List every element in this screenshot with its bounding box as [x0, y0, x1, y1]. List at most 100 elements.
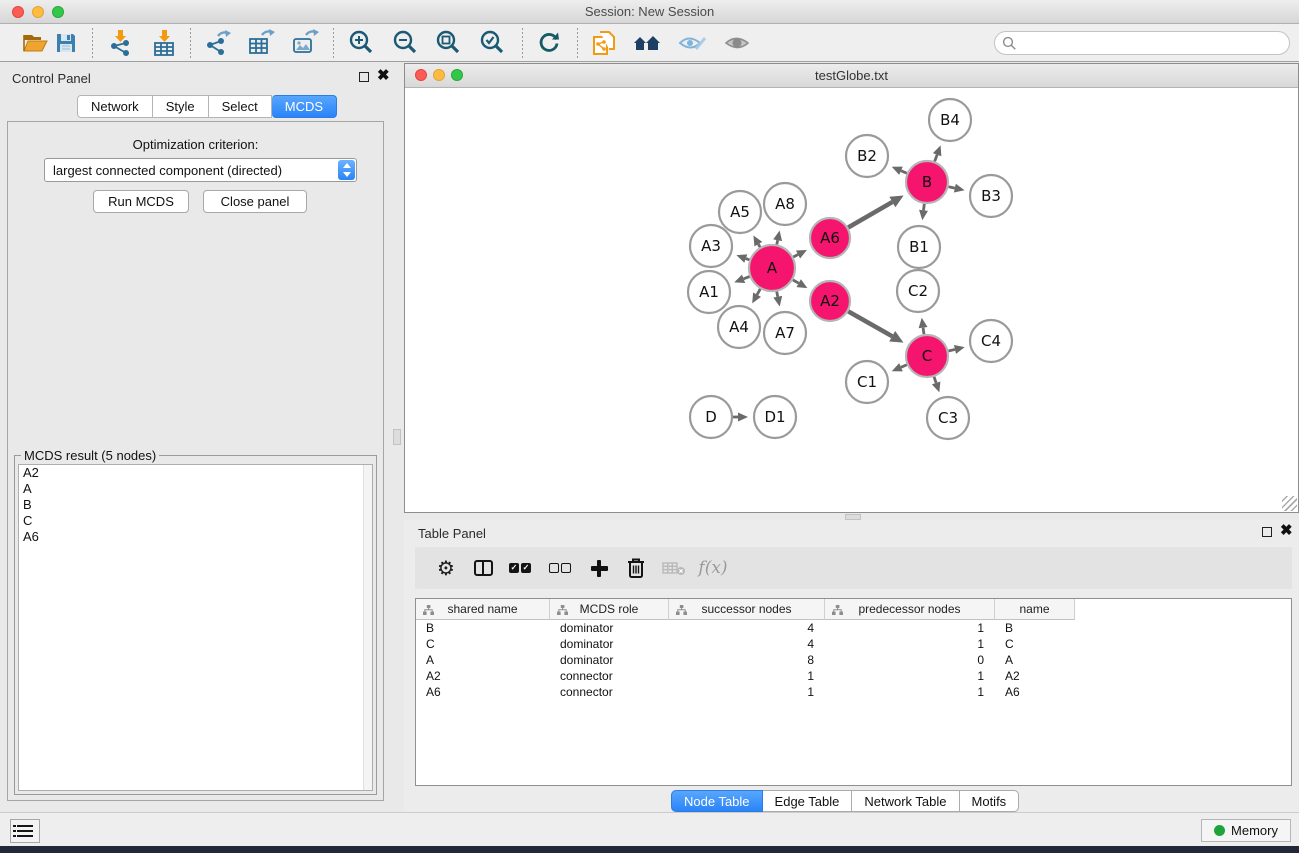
table-cell[interactable]: 1 [825, 620, 995, 636]
table-cell[interactable]: A2 [995, 668, 1075, 684]
delete-table-icon[interactable] [659, 553, 689, 583]
split-view-icon[interactable] [468, 553, 498, 583]
tab-network[interactable]: Network [77, 95, 153, 118]
column-header-successor-nodes[interactable]: successor nodes [669, 599, 825, 620]
table-cell[interactable]: A [995, 652, 1075, 668]
table-cell[interactable]: B [995, 620, 1075, 636]
table-cell[interactable]: 8 [669, 652, 825, 668]
table-cell[interactable]: 0 [825, 652, 995, 668]
tab-network-table[interactable]: Network Table [852, 790, 959, 812]
export-network-icon[interactable] [203, 28, 233, 58]
import-table-icon[interactable] [150, 28, 180, 58]
deselect-all-checkboxes-icon[interactable] [545, 553, 575, 583]
mcds-result-item[interactable]: A [19, 481, 372, 497]
export-table-icon[interactable] [246, 28, 276, 58]
mcds-result-item[interactable]: A6 [19, 529, 372, 545]
mcds-result-list[interactable]: A2ABCA6 [18, 464, 373, 791]
open-session-icon[interactable] [20, 28, 50, 58]
delete-columns-icon[interactable] [621, 553, 651, 583]
table-cell[interactable]: A6 [995, 684, 1075, 700]
float-table-panel-icon[interactable] [1262, 527, 1272, 537]
edge-C-C2[interactable] [923, 328, 924, 335]
edge-B-B1[interactable] [924, 204, 925, 210]
edge-A2-C[interactable] [848, 311, 892, 336]
table-row[interactable]: Bdominator41B [416, 620, 1291, 636]
table-cell[interactable]: B [416, 620, 550, 636]
mcds-result-item[interactable]: B [19, 497, 372, 513]
tab-node-table[interactable]: Node Table [671, 790, 763, 812]
zoom-fit-icon[interactable] [433, 28, 463, 58]
network-graph[interactable]: B4B2BB3A5A8A6A3B1AA1C2A2A4A7C4CC1C3DD1 [406, 88, 1297, 511]
table-cell[interactable]: dominator [550, 620, 669, 636]
panel-menu-icon[interactable] [10, 819, 40, 843]
table-row[interactable]: A2connector11A2 [416, 668, 1291, 684]
tab-mcds[interactable]: MCDS [272, 95, 337, 118]
table-cell[interactable]: connector [550, 684, 669, 700]
zoom-out-icon[interactable] [390, 28, 420, 58]
table-cell[interactable]: A2 [416, 668, 550, 684]
network-canvas[interactable]: B4B2BB3A5A8A6A3B1AA1C2A2A4A7C4CC1C3DD1 [406, 88, 1297, 511]
mcds-result-item[interactable]: A2 [19, 465, 372, 481]
mcds-result-item[interactable]: C [19, 513, 372, 529]
edge-A-A8[interactable] [777, 240, 778, 244]
settings-icon[interactable]: ⚙ [431, 553, 461, 583]
edge-B-B2[interactable] [901, 171, 907, 174]
edge-A-A2[interactable] [793, 280, 799, 283]
node-table[interactable]: shared nameMCDS rolesuccessor nodesprede… [415, 598, 1292, 786]
edge-A-A1[interactable] [744, 277, 750, 279]
table-cell[interactable]: 1 [825, 684, 995, 700]
table-cell[interactable]: C [995, 636, 1075, 652]
table-cell[interactable]: A [416, 652, 550, 668]
select-all-checkboxes-icon[interactable]: ✓✓ [505, 553, 535, 583]
first-neighbors-icon[interactable] [632, 28, 662, 58]
export-image-icon[interactable] [290, 28, 320, 58]
search-field[interactable] [994, 31, 1290, 55]
import-network-icon[interactable] [106, 28, 136, 58]
hide-selected-icon[interactable] [677, 28, 707, 58]
search-input[interactable] [1017, 34, 1289, 52]
run-mcds-button[interactable]: Run MCDS [93, 190, 189, 213]
edge-B-B3[interactable] [948, 187, 954, 188]
column-header-MCDS-role[interactable]: MCDS role [550, 599, 669, 620]
table-cell[interactable]: 1 [669, 668, 825, 684]
network-window-titlebar[interactable]: testGlobe.txt [405, 64, 1298, 88]
edge-C-C4[interactable] [948, 349, 955, 351]
column-header-shared-name[interactable]: shared name [416, 599, 550, 620]
new-network-from-selection-icon[interactable] [589, 28, 619, 58]
edge-B-B4[interactable] [935, 155, 937, 162]
column-header-predecessor-nodes[interactable]: predecessor nodes [825, 599, 995, 620]
edge-A-A6[interactable] [793, 255, 798, 257]
edge-A-A3[interactable] [746, 259, 750, 260]
edge-A-A7[interactable] [777, 292, 778, 297]
resize-grip-icon[interactable] [1282, 496, 1297, 511]
table-cell[interactable]: dominator [550, 636, 669, 652]
table-cell[interactable]: 1 [825, 668, 995, 684]
edge-A-A4[interactable] [757, 289, 760, 295]
scrollbar-track[interactable] [363, 465, 372, 790]
table-row[interactable]: Cdominator41C [416, 636, 1291, 652]
edge-A-A5[interactable] [758, 244, 760, 247]
criterion-select[interactable]: largest connected component (directed) [44, 158, 357, 182]
edge-C-C3[interactable] [934, 377, 936, 383]
table-cell[interactable]: dominator [550, 652, 669, 668]
close-panel-button[interactable]: Close panel [203, 190, 307, 213]
edge-C-C1[interactable] [901, 365, 907, 368]
tab-edge-table[interactable]: Edge Table [763, 790, 853, 812]
table-cell[interactable]: 4 [669, 636, 825, 652]
column-header-name[interactable]: name [995, 599, 1075, 620]
table-row[interactable]: A6connector11A6 [416, 684, 1291, 700]
refresh-icon[interactable] [534, 28, 564, 58]
table-cell[interactable]: 4 [669, 620, 825, 636]
table-cell[interactable]: A6 [416, 684, 550, 700]
show-all-icon[interactable] [722, 28, 752, 58]
table-cell[interactable]: 1 [669, 684, 825, 700]
close-table-panel-icon[interactable]: ✖ [1280, 521, 1293, 541]
tab-select[interactable]: Select [209, 95, 272, 118]
table-cell[interactable]: C [416, 636, 550, 652]
table-cell[interactable]: 1 [825, 636, 995, 652]
memory-button[interactable]: Memory [1201, 819, 1291, 842]
tab-style[interactable]: Style [153, 95, 209, 118]
tab-motifs[interactable]: Motifs [960, 790, 1020, 812]
close-panel-icon[interactable]: ✖ [377, 66, 390, 86]
zoom-in-icon[interactable] [346, 28, 376, 58]
